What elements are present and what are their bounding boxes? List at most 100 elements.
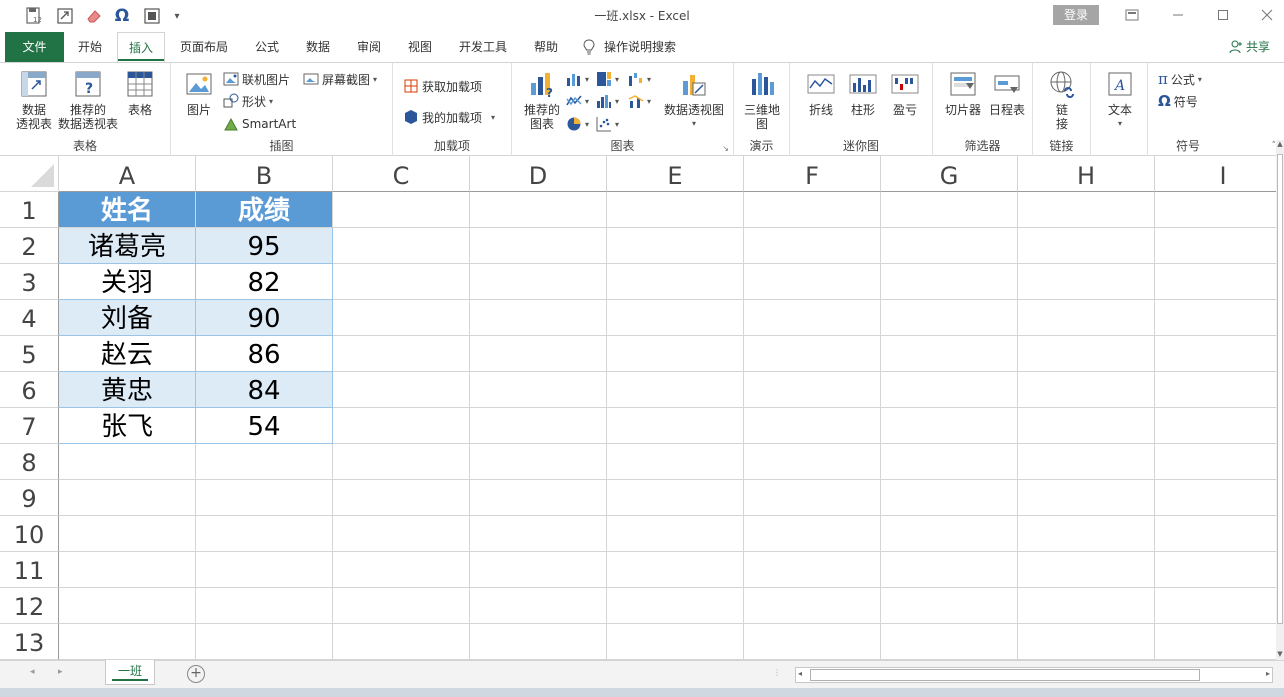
online-pictures-button[interactable]: 联机图片 [223,69,290,89]
empty-cell[interactable] [196,588,333,624]
empty-cell[interactable] [333,192,470,228]
sparkline-column-button[interactable]: 柱形 [842,67,884,117]
column-header[interactable]: G [881,156,1018,192]
worksheet-grid[interactable]: A B C D E F G H I 1 2 3 4 5 6 7 8 9 10 1… [0,156,1276,660]
empty-cell[interactable] [744,264,881,300]
smartart-button[interactable]: SmartArt [223,114,296,134]
splitter-handle-icon[interactable]: ⋮ [773,668,782,677]
empty-cell[interactable] [1018,264,1155,300]
hierarchy-chart-button[interactable]: ▾ [596,69,619,89]
empty-cell[interactable] [1155,300,1276,336]
empty-cell[interactable] [881,336,1018,372]
empty-cell[interactable] [744,552,881,588]
empty-cell[interactable] [607,624,744,660]
empty-cell[interactable] [196,480,333,516]
empty-cell[interactable] [607,228,744,264]
empty-cell[interactable] [1155,372,1276,408]
link-button[interactable]: 链 接 [1041,67,1083,131]
3d-map-button[interactable]: 三维地 图 [740,67,784,131]
vertical-scroll-thumb[interactable] [1277,154,1283,624]
empty-cell[interactable] [59,624,196,660]
empty-cell[interactable] [1155,264,1276,300]
score-cell[interactable]: 82 [196,264,333,300]
add-sheet-icon[interactable]: + [187,665,205,683]
empty-cell[interactable] [607,588,744,624]
empty-cell[interactable] [1155,192,1276,228]
scroll-sheets-left-icon[interactable]: ◂ [30,667,35,677]
tab-page-layout[interactable]: 页面布局 [170,32,238,62]
text-button[interactable]: A 文本 ▾ [1099,67,1141,131]
row-header[interactable]: 11 [0,552,59,588]
column-header[interactable]: F [744,156,881,192]
column-header[interactable]: B [196,156,333,192]
tab-developer[interactable]: 开发工具 [449,32,517,62]
empty-cell[interactable] [607,444,744,480]
name-cell[interactable]: 张飞 [59,408,196,444]
empty-cell[interactable] [881,228,1018,264]
pictures-button[interactable]: 图片 [181,67,217,117]
empty-cell[interactable] [744,516,881,552]
empty-cell[interactable] [196,552,333,588]
empty-cell[interactable] [333,480,470,516]
empty-cell[interactable] [470,300,607,336]
table-header-cell[interactable]: 成绩 [196,192,333,228]
score-cell[interactable]: 90 [196,300,333,336]
column-header[interactable]: I [1155,156,1276,192]
empty-cell[interactable] [333,444,470,480]
empty-cell[interactable] [1155,228,1276,264]
empty-cell[interactable] [881,300,1018,336]
empty-cell[interactable] [881,480,1018,516]
pivottable-button[interactable]: 数据 透视表 [12,67,56,131]
empty-cell[interactable] [1155,552,1276,588]
empty-cell[interactable] [470,552,607,588]
horizontal-scrollbar[interactable]: ◂ ▸ [795,667,1273,683]
empty-cell[interactable] [607,372,744,408]
empty-cell[interactable] [470,228,607,264]
vertical-scrollbar[interactable]: ▲ ▼ [1276,140,1284,660]
empty-cell[interactable] [333,300,470,336]
empty-cell[interactable] [1155,516,1276,552]
minimize-icon[interactable] [1163,4,1193,26]
empty-cell[interactable] [333,372,470,408]
row-header[interactable]: 2 [0,228,59,264]
empty-cell[interactable] [881,588,1018,624]
empty-cell[interactable] [744,624,881,660]
empty-cell[interactable] [881,552,1018,588]
row-header[interactable]: 1 [0,192,59,228]
statistic-chart-button[interactable]: ▾ [596,91,619,111]
my-addins-button[interactable]: 我的加载项 ▾ [403,107,495,127]
row-header[interactable]: 12 [0,588,59,624]
empty-cell[interactable] [1018,588,1155,624]
slicer-button[interactable]: 切片器 [941,67,985,117]
combo-chart-button[interactable]: ▾ [628,91,651,111]
empty-cell[interactable] [744,336,881,372]
pivotchart-button[interactable]: 数据透视图 ▾ [662,67,726,131]
column-header[interactable]: A [59,156,196,192]
empty-cell[interactable] [881,372,1018,408]
empty-cell[interactable] [607,336,744,372]
row-header[interactable]: 9 [0,480,59,516]
empty-cell[interactable] [607,408,744,444]
empty-cell[interactable] [607,192,744,228]
row-header[interactable]: 10 [0,516,59,552]
empty-cell[interactable] [470,516,607,552]
empty-cell[interactable] [470,480,607,516]
empty-cell[interactable] [607,300,744,336]
table-header-cell[interactable]: 姓名 [59,192,196,228]
close-icon[interactable] [1252,4,1282,26]
row-header[interactable]: 5 [0,336,59,372]
empty-cell[interactable] [196,444,333,480]
tab-help[interactable]: 帮助 [524,32,568,62]
empty-cell[interactable] [1018,192,1155,228]
empty-cell[interactable] [470,336,607,372]
column-header[interactable]: H [1018,156,1155,192]
table-button[interactable]: 表格 [120,67,160,117]
empty-cell[interactable] [881,444,1018,480]
row-header[interactable]: 8 [0,444,59,480]
empty-cell[interactable] [470,588,607,624]
empty-cell[interactable] [1018,228,1155,264]
recommended-pivottable-button[interactable]: ? 推荐的 数据透视表 [56,67,120,131]
tab-review[interactable]: 审阅 [347,32,391,62]
empty-cell[interactable] [333,264,470,300]
empty-cell[interactable] [881,408,1018,444]
